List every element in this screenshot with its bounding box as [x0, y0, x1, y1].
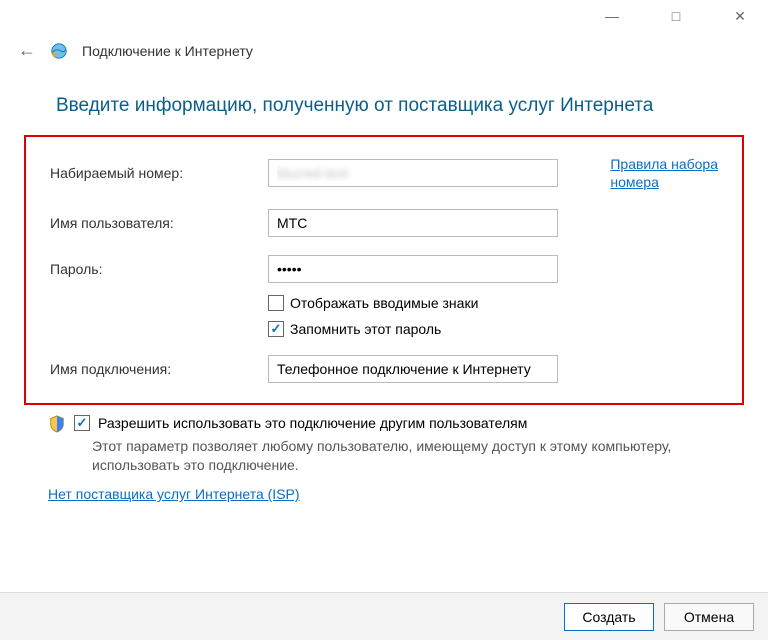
remember-password-row: Запомнить этот пароль: [268, 321, 718, 337]
remember-password-checkbox[interactable]: [268, 321, 284, 337]
dial-number-input[interactable]: [268, 159, 558, 187]
remember-password-label: Запомнить этот пароль: [290, 321, 441, 337]
form-area: Набираемый номер: Правила набора номера …: [24, 135, 744, 405]
password-label: Пароль:: [50, 261, 268, 277]
cancel-button[interactable]: Отмена: [664, 603, 754, 631]
connection-name-input[interactable]: [268, 355, 558, 383]
dialing-rules-link[interactable]: Правила набора номера: [610, 156, 718, 190]
window-title: Подключение к Интернету: [82, 43, 253, 59]
sharing-description: Этот параметр позволяет любому пользоват…: [48, 433, 720, 475]
maximize-button[interactable]: □: [656, 8, 696, 24]
username-row: Имя пользователя:: [50, 209, 718, 237]
password-row: Пароль:: [50, 255, 718, 283]
minimize-button[interactable]: —: [592, 8, 632, 24]
titlebar: — □ ✕: [0, 0, 768, 32]
allow-sharing-row: Разрешить использовать это подключение д…: [48, 415, 720, 433]
content: Введите информацию, полученную от постав…: [0, 77, 768, 592]
username-label: Имя пользователя:: [50, 215, 268, 231]
sharing-section: Разрешить использовать это подключение д…: [20, 405, 748, 475]
globe-icon: [50, 42, 68, 60]
shield-icon: [48, 415, 66, 433]
no-isp-row: Нет поставщика услуг Интернета (ISP): [20, 475, 748, 503]
username-input[interactable]: [268, 209, 558, 237]
create-button[interactable]: Создать: [564, 603, 654, 631]
dial-number-label: Набираемый номер:: [50, 165, 268, 181]
allow-sharing-checkbox[interactable]: [74, 415, 90, 431]
close-button[interactable]: ✕: [720, 8, 760, 25]
show-chars-row: Отображать вводимые знаки: [268, 295, 718, 311]
no-isp-link[interactable]: Нет поставщика услуг Интернета (ISP): [48, 486, 300, 502]
footer: Создать Отмена: [0, 592, 768, 640]
show-chars-checkbox[interactable]: [268, 295, 284, 311]
password-input[interactable]: [268, 255, 558, 283]
header: ← Подключение к Интернету: [0, 32, 768, 77]
back-arrow-icon[interactable]: ←: [18, 40, 36, 61]
connection-name-row: Имя подключения:: [50, 355, 718, 383]
connection-name-label: Имя подключения:: [50, 361, 268, 377]
dialing-rules-link-line2: номера: [610, 174, 659, 190]
show-chars-label: Отображать вводимые знаки: [290, 295, 478, 311]
allow-sharing-label: Разрешить использовать это подключение д…: [98, 415, 527, 431]
dialing-rules-link-line1: Правила набора: [610, 156, 718, 172]
dialog-window: — □ ✕ ← Подключение к Интернету Введите …: [0, 0, 768, 640]
dial-number-row: Набираемый номер: Правила набора номера: [50, 155, 718, 191]
page-heading: Введите информацию, полученную от постав…: [20, 77, 748, 135]
